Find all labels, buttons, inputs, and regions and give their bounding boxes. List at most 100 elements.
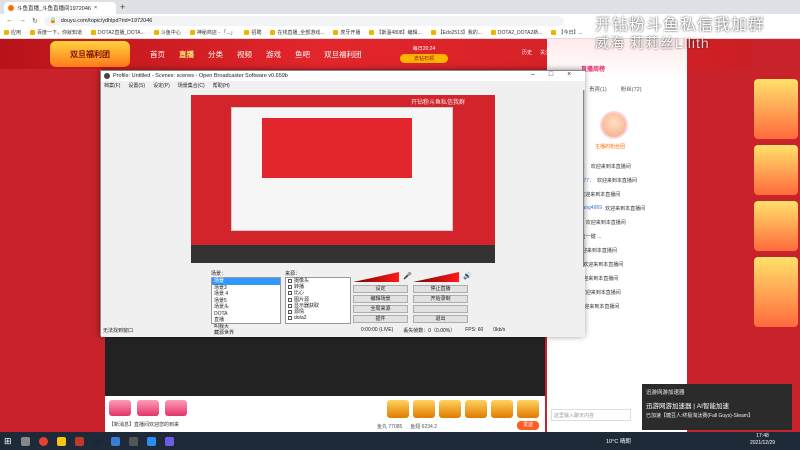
gift-item[interactable]	[165, 400, 187, 416]
bookmark-item[interactable]: 招聘	[244, 29, 261, 36]
obs-button[interactable]: 全局来源	[353, 305, 408, 313]
nav-item-分类[interactable]: 分类	[208, 49, 223, 60]
nav-item-直播[interactable]: 直播	[179, 49, 194, 60]
source-item[interactable]: dota2	[286, 315, 350, 321]
mic-volume-slider[interactable]	[353, 272, 399, 282]
sources-list[interactable]: 摄像头 转播 比心 图片源 显示器获取 源情 dota2	[285, 277, 351, 324]
steam-icon[interactable]	[92, 436, 102, 446]
app-icon[interactable]	[110, 436, 120, 446]
gift-item[interactable]	[491, 400, 513, 418]
bookmark-item[interactable]: DOTA2_DOTA2新...	[490, 29, 542, 36]
ad-banner[interactable]	[754, 79, 798, 139]
mic-icon[interactable]: 🎤	[403, 272, 412, 280]
minimize-icon[interactable]: –	[531, 71, 535, 78]
header-link[interactable]: 历史	[522, 49, 532, 56]
nav-item-视频[interactable]: 视频	[237, 49, 252, 60]
ad-banner[interactable]	[754, 145, 798, 195]
obs-taskbar-icon[interactable]	[128, 436, 138, 446]
source-checkbox[interactable]	[288, 285, 292, 290]
browser-tab[interactable]: 斗鱼直播_斗鱼直播间1972046 ×	[4, 2, 116, 14]
obs-button[interactable]: 开始录制	[413, 295, 468, 303]
source-checkbox[interactable]	[288, 316, 292, 321]
recharge-button[interactable]: 发送	[517, 421, 539, 430]
gift-item[interactable]	[413, 400, 435, 418]
bookmark-item[interactable]: 【Edo2513】我的...	[430, 29, 482, 36]
close-icon[interactable]: ×	[567, 71, 571, 78]
obs-button[interactable]	[413, 305, 468, 313]
source-checkbox[interactable]	[288, 279, 292, 284]
gift-item[interactable]	[137, 400, 159, 416]
bookmark-item[interactable]: 虎牙开播	[333, 29, 360, 36]
promo-box[interactable]: 每日20:24 去钻石领	[400, 45, 448, 65]
stat-fishball: 鱼丸 77085	[377, 424, 403, 430]
source-checkbox[interactable]	[288, 291, 292, 296]
folder-icon[interactable]	[56, 436, 66, 446]
promo-text: 每日20:24	[412, 46, 436, 52]
nav-item-鱼吧[interactable]: 鱼吧	[295, 49, 310, 60]
obs-menu-item[interactable]: 场景集合(C)	[178, 82, 205, 89]
bookmark-item[interactable]: 【今日】...	[551, 29, 583, 36]
toast-notification[interactable]: 迅游网游加速器 迅游网游加速器 | AI智能加速 已加速【糖豆人:终极淘汰赛(F…	[642, 384, 792, 430]
source-checkbox[interactable]	[288, 303, 292, 308]
bookmark-item[interactable]: 应用	[4, 29, 21, 36]
obs-button[interactable]: 设定	[353, 285, 408, 293]
app-icon[interactable]	[74, 436, 84, 446]
promo-button[interactable]: 去钻石领	[400, 54, 448, 63]
obs-button[interactable]: 编辑场景	[353, 295, 408, 303]
bookmark-icon	[244, 30, 250, 35]
anchor-fanclub[interactable]: 主播的粉丝团	[595, 143, 625, 150]
weather-text[interactable]: 10°C 晴朗	[606, 437, 631, 445]
source-checkbox[interactable]	[288, 310, 292, 315]
close-tab-icon[interactable]: ×	[94, 5, 97, 11]
obs-menu-item[interactable]: 帮助(H)	[213, 82, 230, 89]
scenes-list[interactable]: 场景 场景3 场景 4 场景5 场景头 DOTA 直播 叫我大 藏源世界	[211, 277, 281, 336]
chat-input[interactable]: 这里输入聊天内容	[551, 409, 631, 421]
rank-tab[interactable]: 粉丝(72)	[621, 85, 642, 93]
watermark-line-2: 威海 莉莉丝Lilith	[595, 35, 710, 51]
clock[interactable]: 17:48 2021/12/29	[750, 433, 775, 447]
bookmark-item[interactable]: 神秘商店 - 「...」	[189, 29, 235, 36]
chrome-icon[interactable]	[38, 436, 48, 446]
obs-preview[interactable]: 开钻粉斗鱼私信我群	[191, 95, 495, 263]
ad-banner[interactable]	[754, 257, 798, 327]
gift-item[interactable]	[439, 400, 461, 418]
obs-menu-item[interactable]: 设定(P)	[153, 82, 170, 89]
source-checkbox[interactable]	[288, 297, 292, 302]
forward-icon[interactable]: →	[19, 17, 26, 24]
nav-item-游戏[interactable]: 游戏	[266, 49, 281, 60]
speaker-icon[interactable]: 🔊	[463, 272, 472, 280]
gift-item[interactable]	[109, 400, 131, 416]
url-field[interactable]: 🔒 douyu.com/topic/ydhlpd?rid=1972046	[43, 15, 564, 26]
search-icon[interactable]	[20, 436, 30, 446]
back-icon[interactable]: ←	[6, 17, 13, 24]
obs-button[interactable]: 退出	[413, 315, 468, 323]
nav-item-双旦福利团[interactable]: 双旦福利团	[324, 49, 362, 60]
app-icon[interactable]	[146, 436, 156, 446]
new-tab-icon[interactable]: +	[120, 2, 125, 12]
obs-menu-item[interactable]: 设置(S)	[128, 82, 145, 89]
bookmark-item[interactable]: 斗鱼中心	[153, 29, 181, 36]
app-icon[interactable]	[164, 436, 174, 446]
obs-button[interactable]: 插件	[353, 315, 408, 323]
event-gifts	[109, 400, 187, 416]
windows-start-icon[interactable]: ⊞	[4, 436, 12, 447]
reload-icon[interactable]: ↻	[32, 17, 38, 25]
obs-titlebar[interactable]: Profile: Untitled - Scenes: scenes - Ope…	[101, 71, 585, 81]
gift-item[interactable]	[517, 400, 539, 418]
desktop-volume-slider[interactable]	[413, 272, 459, 282]
bookmark-item[interactable]: 【斯温4808】编辑...	[369, 29, 422, 36]
gift-item[interactable]	[465, 400, 487, 418]
ad-banner[interactable]	[754, 201, 798, 251]
event-logo[interactable]: 双旦福利团	[50, 41, 130, 67]
maximize-icon[interactable]: □	[549, 71, 553, 78]
avatar[interactable]	[600, 111, 628, 139]
obs-button[interactable]: 停止直播	[413, 285, 468, 293]
nav-item-首页[interactable]: 首页	[150, 49, 165, 60]
bookmark-item[interactable]: DOTA2直播_DOTA...	[91, 29, 145, 36]
obs-menu-item[interactable]: 档案(F)	[104, 82, 120, 89]
bookmark-item[interactable]: 在线直播_全部游戏...	[270, 29, 324, 36]
obs-window[interactable]: Profile: Untitled - Scenes: scenes - Ope…	[100, 70, 585, 337]
rank-tab[interactable]: 贵宾(1)	[589, 85, 607, 93]
bookmark-item[interactable]: 百度一下，你就知道	[30, 29, 82, 36]
gift-item[interactable]	[387, 400, 409, 418]
